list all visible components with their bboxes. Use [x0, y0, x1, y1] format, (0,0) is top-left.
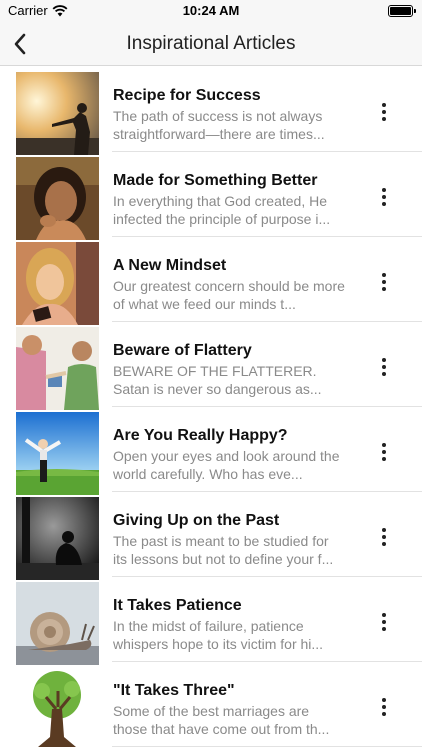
article-row-a-new-mindset[interactable]: A New Mindset Our greatest concern shoul…	[0, 237, 422, 325]
article-title: Beware of Flattery	[113, 342, 252, 359]
status-time: 10:24 AM	[182, 3, 240, 18]
article-row-made-for-something-better[interactable]: Made for Something Better In everything …	[0, 152, 422, 240]
more-options-button[interactable]	[372, 525, 396, 549]
article-excerpt: The past is meant to be studied for its …	[113, 533, 334, 567]
heart-tree-image	[16, 667, 99, 750]
battery-tip	[414, 9, 416, 13]
more-options-button[interactable]	[372, 440, 396, 464]
article-excerpt: BEWARE OF THE FLATTERER. Satan is never …	[113, 363, 322, 397]
more-options-button[interactable]	[372, 100, 396, 124]
more-options-button[interactable]	[372, 695, 396, 719]
article-thumbnail	[16, 157, 99, 240]
article-thumbnail	[16, 412, 99, 495]
article-excerpt: Some of the best marriages are those tha…	[113, 703, 330, 737]
more-options-button[interactable]	[372, 355, 396, 379]
thinking-woman-image	[16, 157, 99, 240]
article-excerpt: The path of success is not always straig…	[113, 108, 325, 142]
article-thumbnail	[16, 667, 99, 750]
article-title: Made for Something Better	[113, 172, 318, 189]
article-title: A New Mindset	[113, 257, 227, 274]
article-title: Are You Really Happy?	[113, 427, 288, 444]
article-title: Recipe for Success	[113, 87, 261, 104]
article-row-it-takes-three[interactable]: "It Takes Three" Some of the best marria…	[0, 662, 422, 750]
article-list: Recipe for Success The path of success i…	[0, 67, 422, 750]
article-title: "It Takes Three"	[113, 682, 235, 699]
more-options-button[interactable]	[372, 270, 396, 294]
article-row-giving-up-on-the-past[interactable]: Giving Up on the Past The past is meant …	[0, 492, 422, 580]
more-options-button[interactable]	[372, 185, 396, 209]
article-excerpt: In the midst of failure, patience whispe…	[113, 618, 324, 652]
article-excerpt: Our greatest concern should be more of w…	[113, 278, 345, 312]
article-row-recipe-for-success[interactable]: Recipe for Success The path of success i…	[0, 67, 422, 155]
navigation-bar: Inspirational Articles	[0, 22, 422, 66]
article-excerpt: In everything that God created, He infec…	[113, 193, 331, 227]
article-thumbnail	[16, 72, 99, 155]
article-thumbnail	[16, 242, 99, 325]
row-divider	[112, 746, 422, 747]
page-title: Inspirational Articles	[126, 33, 296, 54]
article-row-beware-of-flattery[interactable]: Beware of Flattery BEWARE OF THE FLATTER…	[0, 322, 422, 410]
gift-exchange-image	[16, 327, 99, 410]
article-row-it-takes-patience[interactable]: It Takes Patience In the midst of failur…	[0, 577, 422, 665]
snail-image	[16, 582, 99, 665]
more-options-button[interactable]	[372, 610, 396, 634]
article-title: It Takes Patience	[113, 597, 242, 614]
battery-icon	[388, 5, 413, 17]
status-bar: Carrier 10:24 AM	[0, 0, 422, 22]
article-thumbnail	[16, 327, 99, 410]
sad-silhouette-image	[16, 497, 99, 580]
sunset-silhouette-image	[16, 72, 99, 155]
man-in-field-image	[16, 412, 99, 495]
article-title: Giving Up on the Past	[113, 512, 280, 529]
article-thumbnail	[16, 497, 99, 580]
woman-with-bible-image	[16, 242, 99, 325]
article-thumbnail	[16, 582, 99, 665]
article-excerpt: Open your eyes and look around the world…	[113, 448, 340, 482]
article-row-are-you-really-happy[interactable]: Are You Really Happy? Open your eyes and…	[0, 407, 422, 495]
